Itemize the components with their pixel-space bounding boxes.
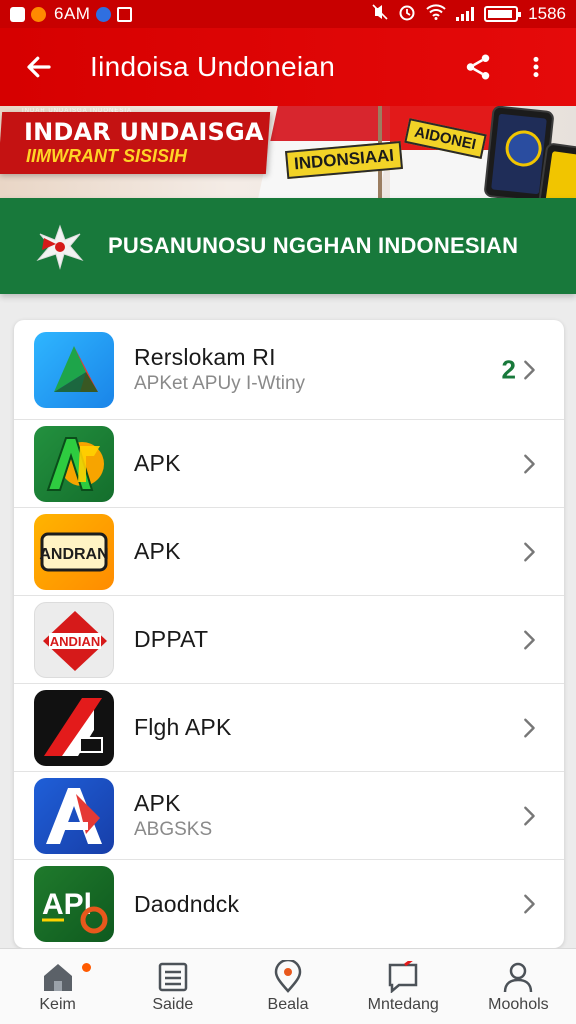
app-icon-6 bbox=[34, 777, 114, 854]
status-bar: 6AM 1586 bbox=[0, 0, 576, 28]
item-title: Daodndck bbox=[134, 890, 240, 917]
garuda-logo-icon bbox=[34, 220, 86, 272]
promo-banner[interactable]: INDAR UNDAISGA INDONESIA INDAR UNDAISGA … bbox=[0, 106, 576, 198]
chevron-right-icon bbox=[524, 630, 535, 649]
list-icon bbox=[156, 960, 190, 994]
more-options-button[interactable] bbox=[516, 47, 556, 87]
banner-headline: INDAR UNDAISGA bbox=[24, 118, 264, 146]
item-title: DPPAT bbox=[134, 626, 209, 652]
item-badge: 2 bbox=[501, 354, 516, 384]
share-icon bbox=[466, 54, 490, 80]
chevron-right-icon bbox=[524, 806, 535, 825]
nav-item-profile[interactable]: Moohols bbox=[461, 949, 576, 1024]
app-icon-5 bbox=[34, 689, 114, 766]
chevron-right-icon bbox=[524, 894, 535, 914]
home-icon bbox=[41, 960, 75, 994]
item-title: APK bbox=[134, 538, 181, 564]
item-text: DPPAT bbox=[134, 626, 208, 653]
nav-label: Mntedang bbox=[367, 995, 439, 1013]
notification-icon bbox=[10, 6, 25, 22]
flag-graphic-2 bbox=[390, 106, 500, 198]
app-icon-7: APl bbox=[34, 866, 114, 942]
item-title: Rerslokam RI bbox=[134, 344, 276, 370]
more-vert-icon bbox=[533, 56, 539, 78]
chevron-right-icon bbox=[524, 542, 535, 561]
section-header: PUSANUNOSU NGGHAN INDONESIAN bbox=[0, 198, 576, 294]
list-item[interactable]: Flgh APK bbox=[14, 684, 564, 772]
item-title: Flgh APK bbox=[134, 714, 232, 740]
item-text: APK bbox=[134, 538, 181, 565]
app-notification-icon bbox=[31, 6, 46, 22]
share-button[interactable] bbox=[458, 47, 498, 87]
item-text: Rerslokam RI APKet APUy I-Wtiny bbox=[134, 344, 305, 395]
app-icon-4-text: ANDIAN bbox=[50, 634, 101, 649]
banner-small-text: INDAR UNDAISGA INDONESIA bbox=[22, 108, 133, 114]
nav-item-home[interactable]: Keim bbox=[0, 949, 115, 1024]
profile-icon bbox=[501, 960, 535, 994]
list-item[interactable]: APK ABGSKS bbox=[14, 772, 564, 860]
list-item[interactable]: APK bbox=[14, 420, 564, 508]
list-item[interactable]: ANDRAN APK bbox=[14, 508, 564, 596]
signal-icon bbox=[456, 7, 475, 21]
app-icon-3: ANDRAN bbox=[34, 513, 114, 590]
item-text: APK ABGSKS bbox=[134, 790, 212, 841]
item-title: APK bbox=[134, 790, 181, 816]
nav-item-location[interactable]: Beala bbox=[230, 949, 345, 1024]
list-item[interactable]: APl Daodndck bbox=[14, 860, 564, 948]
status-right-text: 1586 bbox=[528, 4, 566, 23]
back-button[interactable] bbox=[20, 48, 58, 86]
location-pin-icon bbox=[271, 959, 305, 994]
list-item[interactable]: Rerslokam RI APKet APUy I-Wtiny 2 bbox=[14, 320, 564, 420]
section-title: PUSANUNOSU NGGHAN INDONESIAN bbox=[108, 233, 519, 258]
page-title: Iindoisa Undoneian bbox=[90, 51, 336, 82]
status-left: 6AM bbox=[10, 4, 133, 24]
item-text: APK bbox=[134, 450, 181, 477]
chevron-right-icon bbox=[524, 360, 535, 379]
notification-dot bbox=[82, 963, 91, 972]
item-title: APK bbox=[134, 450, 181, 476]
message-icon bbox=[386, 960, 420, 994]
app-icon-2 bbox=[34, 425, 114, 502]
app-bar: Iindoisa Undoneian bbox=[0, 28, 576, 106]
chevron-right-icon bbox=[524, 454, 535, 473]
arrow-left-icon bbox=[27, 56, 51, 78]
chat-notification-icon bbox=[96, 6, 112, 22]
app-icon-3-text: ANDRAN bbox=[39, 546, 108, 563]
app-list: Rerslokam RI APKet APUy I-Wtiny 2 APK AN… bbox=[14, 320, 564, 948]
app-icon-1 bbox=[34, 331, 114, 408]
app-icon-4: ANDIAN bbox=[34, 601, 114, 678]
nav-label: Keim bbox=[39, 995, 76, 1013]
wifi-icon bbox=[426, 3, 446, 25]
nav-item-message[interactable]: Mntedang bbox=[346, 949, 461, 1024]
status-time: 6AM bbox=[54, 4, 91, 23]
mail-icon bbox=[117, 6, 133, 22]
emblem-icon bbox=[503, 128, 544, 169]
alarm-icon bbox=[398, 3, 416, 26]
status-right: 1586 bbox=[372, 3, 566, 26]
nav-label: Beala bbox=[267, 995, 309, 1013]
battery-icon bbox=[484, 6, 522, 22]
item-text: Daodndck bbox=[134, 891, 239, 918]
item-text: Flgh APK bbox=[134, 714, 232, 741]
list-item[interactable]: ANDIAN DPPAT bbox=[14, 596, 564, 684]
item-subtitle: ABGSKS bbox=[134, 819, 213, 840]
mute-icon bbox=[372, 3, 388, 25]
nav-label: Saide bbox=[152, 995, 194, 1013]
banner-subline: IIMWRANT SISISIH bbox=[26, 146, 187, 166]
bottom-nav: Keim Saide Beala Mntedang Moohols bbox=[0, 948, 576, 1024]
nav-label: Moohols bbox=[488, 995, 549, 1013]
nav-item-list[interactable]: Saide bbox=[115, 949, 230, 1024]
item-subtitle: APKet APUy I-Wtiny bbox=[134, 373, 306, 394]
chevron-right-icon bbox=[524, 718, 535, 737]
